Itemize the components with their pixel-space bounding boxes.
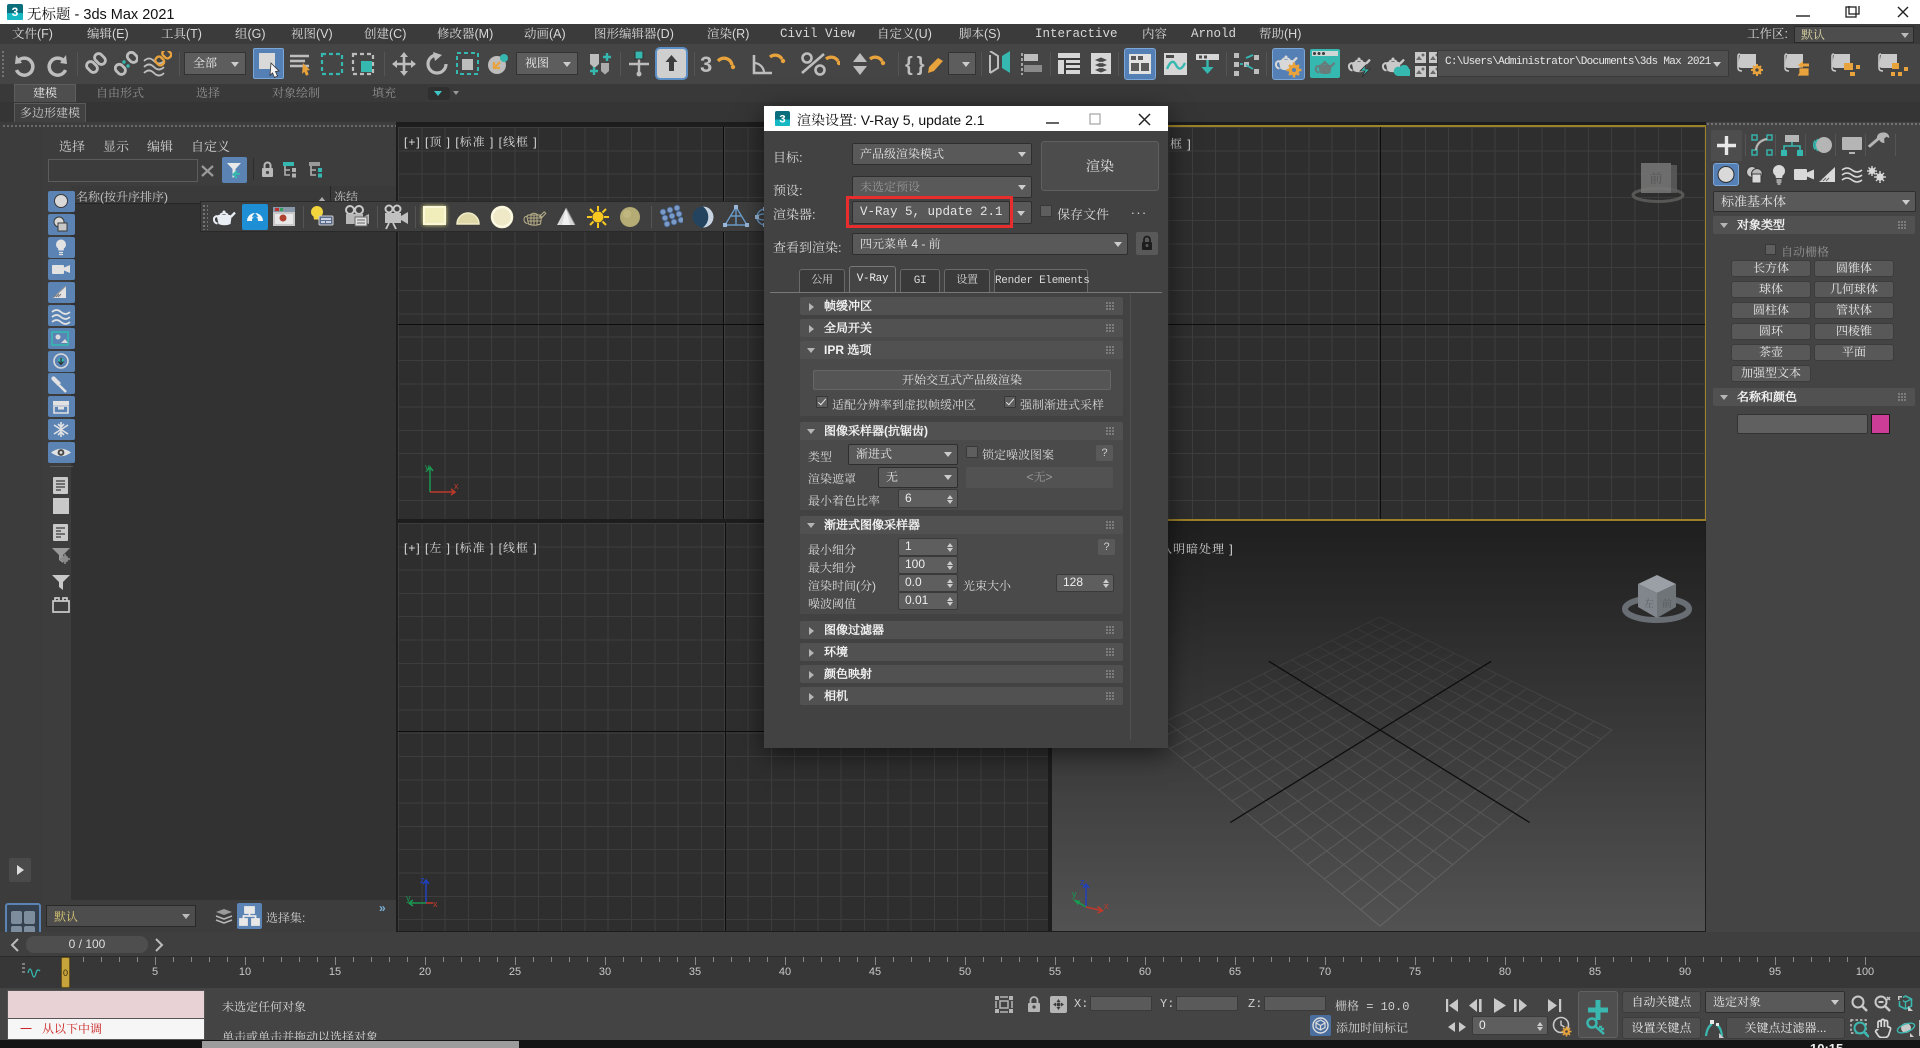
svg-text:y: y <box>406 893 411 903</box>
svg-text:3: 3 <box>779 113 785 125</box>
svg-text:3: 3 <box>12 5 19 19</box>
svg-text:前: 前 <box>1662 595 1672 610</box>
svg-text:z: z <box>420 875 425 885</box>
svg-text:3: 3 <box>700 52 712 77</box>
svg-text:x: x <box>1104 901 1109 911</box>
svg-text:z: z <box>1080 877 1085 887</box>
svg-text:左: 左 <box>1644 595 1654 610</box>
svg-text:x: x <box>433 899 438 909</box>
svg-text:x: x <box>454 481 459 491</box>
svg-text:y: y <box>425 462 430 472</box>
svg-text:前: 前 <box>1649 168 1662 187</box>
svg-text:y: y <box>1072 889 1077 899</box>
svg-text:{ }: { } <box>905 54 925 76</box>
